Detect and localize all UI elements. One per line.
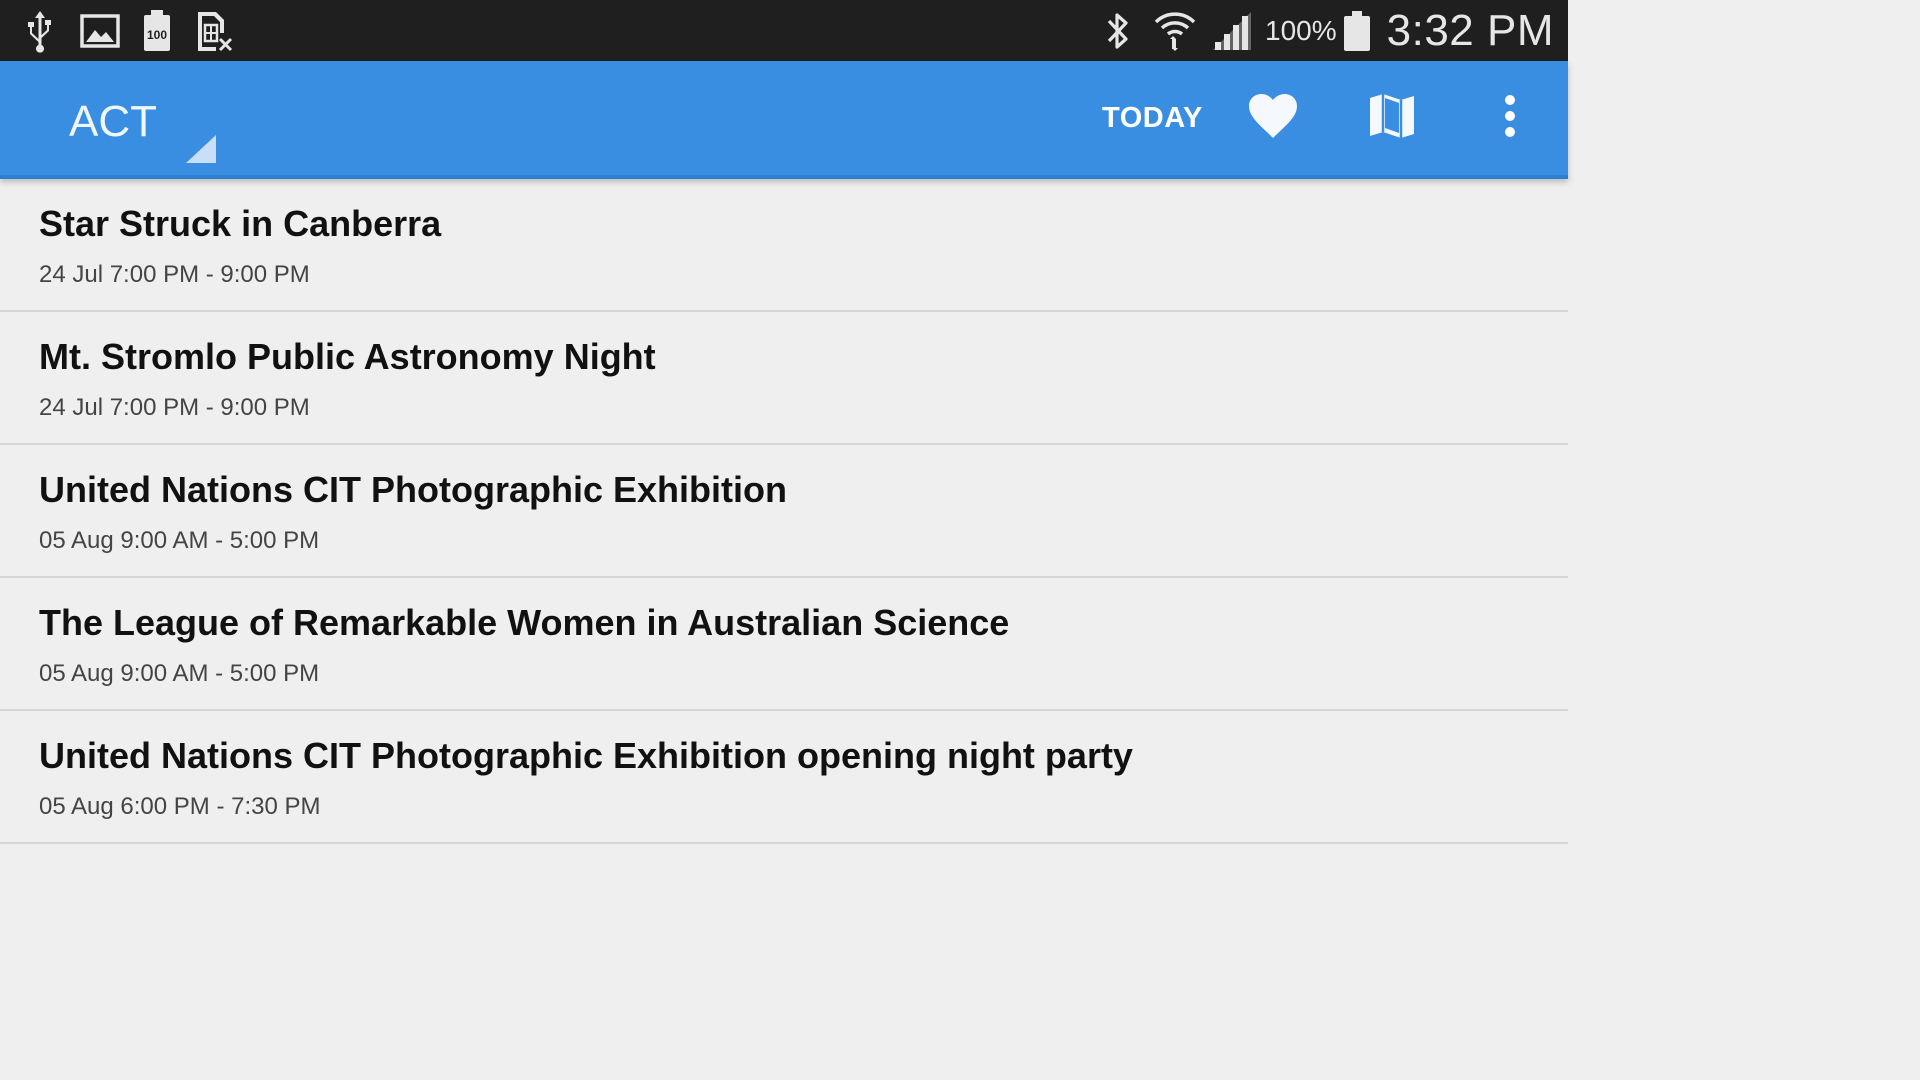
map-icon [1368,92,1416,145]
event-title: United Nations CIT Photographic Exhibiti… [39,469,787,510]
event-list-item[interactable]: Star Struck in Canberra 24 Jul 7:00 PM -… [0,179,1568,312]
event-list-item[interactable]: Mt. Stromlo Public Astronomy Night 24 Ju… [0,312,1568,445]
event-list-item-partial[interactable] [0,844,1568,977]
event-list-item[interactable]: The League of Remarkable Women in Austra… [0,578,1568,711]
overflow-menu-button[interactable] [1480,88,1540,148]
map-button[interactable] [1362,88,1422,148]
usb-icon [22,9,58,53]
favorite-heart-icon [1247,92,1299,145]
no-sim-icon [194,9,234,53]
status-clock: 3:32 PM [1386,5,1554,55]
event-time: 24 Jul 7:00 PM - 9:00 PM [39,394,310,421]
event-list-item[interactable]: United Nations CIT Photographic Exhibiti… [0,711,1568,844]
wifi-icon [1153,9,1197,53]
event-title: The League of Remarkable Women in Austra… [39,602,1010,643]
event-list-item[interactable]: United Nations CIT Photographic Exhibiti… [0,445,1568,578]
today-button[interactable]: TODAY [1088,89,1217,147]
spinner-dropdown-indicator-icon [186,135,216,163]
battery-percent: 100% [1265,14,1337,46]
battery-icon [1343,10,1371,52]
image-icon [80,13,120,49]
event-title: United Nations CIT Photographic Exhibiti… [39,735,1133,776]
event-time: 05 Aug 9:00 AM - 5:00 PM [39,527,320,554]
event-title: Mt. Stromlo Public Astronomy Night [39,336,656,377]
overflow-menu-icon [1503,94,1517,143]
battery-100-icon: 100 [142,9,172,53]
region-spinner[interactable]: ACT [0,61,230,175]
system-status: 100% 3:32 PM [1103,0,1554,61]
svg-text:100: 100 [147,28,167,42]
event-time: 05 Aug 6:00 PM - 7:30 PM [39,793,321,820]
region-spinner-label: ACT [69,97,157,146]
event-time: 05 Aug 9:00 AM - 5:00 PM [39,660,320,687]
signal-icon [1211,10,1255,52]
favorites-button[interactable] [1243,88,1303,148]
bluetooth-icon [1103,10,1133,52]
event-title: Star Struck in Canberra [39,203,442,244]
event-list: Star Struck in Canberra 24 Jul 7:00 PM -… [0,179,1568,977]
app-bar: ACT TODAY [0,61,1568,179]
notification-icons: 100 [22,0,234,61]
status-bar: 100 100% 3:32 PM [0,0,1568,61]
event-time: 24 Jul 7:00 PM - 9:00 PM [39,261,310,288]
